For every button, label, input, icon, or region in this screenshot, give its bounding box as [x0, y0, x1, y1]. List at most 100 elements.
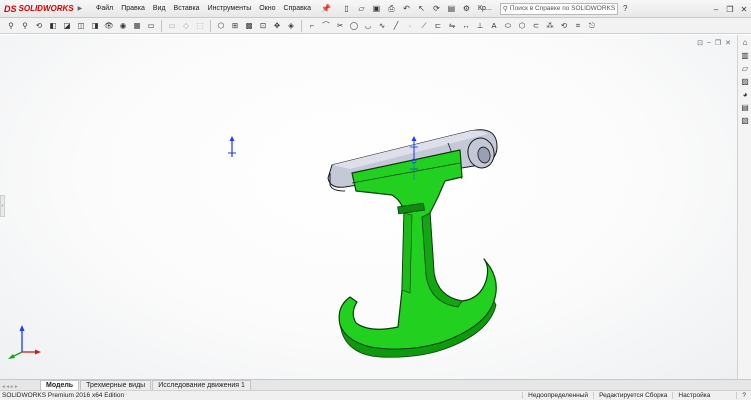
section-view-icon[interactable]: ◧ [47, 20, 59, 32]
hook-model[interactable] [327, 129, 498, 358]
sketch-settings-icon[interactable]: ⌗ [572, 20, 584, 32]
model-canvas [8, 129, 498, 359]
options-icon[interactable]: ⚙ [460, 2, 473, 15]
tab-motion-study[interactable]: Исследование движения 1 [152, 380, 251, 390]
zoom-area-icon[interactable]: ⚲ [19, 20, 31, 32]
hide-show-icon[interactable]: 👁 [103, 20, 115, 32]
spline-icon[interactable]: ∿ [376, 20, 388, 32]
convert-entities-icon[interactable]: ⟲ [558, 20, 570, 32]
ellipse-icon[interactable]: ⬭ [502, 20, 514, 32]
file-explorer-icon[interactable]: ▱ [739, 63, 751, 74]
sketch-icon[interactable]: ▭ [166, 20, 178, 32]
view-toolbar: ⚲ ⚲ ⟲ ◧ ◪ ◫ ◨ 👁 ◉ ▦ ▭ ▭ ◇ ⬚ ⬡ ⊞ ▩ ⊡ ✥ ◈ … [0, 18, 751, 34]
menu-view[interactable]: Вид [149, 5, 170, 12]
status-definition-state: Недоопределенный [522, 392, 593, 399]
mate-icon[interactable]: ⊞ [229, 20, 241, 32]
smart-fasteners-icon[interactable]: ⊡ [257, 20, 269, 32]
ds-logo-mark: DS [4, 3, 17, 14]
trim-icon[interactable]: ✂ [334, 20, 346, 32]
display-style-icon[interactable]: ◨ [89, 20, 101, 32]
status-editing-context: Редактируется Сборка [593, 392, 672, 399]
corner-rectangle-icon[interactable]: ⌐ [306, 20, 318, 32]
help-icon[interactable]: ? [619, 2, 632, 15]
solidworks-logo[interactable]: DS SOLIDWORKS ▶ [0, 4, 92, 14]
insert-component-icon[interactable]: ⬡ [215, 20, 227, 32]
search-icon: ⚲ [502, 5, 508, 13]
custom-properties-icon[interactable]: ▤ [739, 102, 751, 113]
minimize-icon[interactable]: – [709, 5, 723, 14]
circle-icon[interactable]: ◯ [348, 20, 360, 32]
toolbar-separator [161, 19, 162, 32]
menu-edit[interactable]: Правка [117, 5, 149, 12]
line-icon[interactable]: ╱ [390, 20, 402, 32]
menu-bar: DS SOLIDWORKS ▶ Файл Правка Вид Вставка … [0, 0, 751, 18]
move-component-icon[interactable]: ✥ [271, 20, 283, 32]
relations-icon[interactable]: ⊥ [474, 20, 486, 32]
select-arrow-icon[interactable]: ↖ [415, 2, 428, 15]
pin-icon[interactable]: 📌 [321, 4, 331, 13]
menu-tools[interactable]: Инструменты [204, 5, 256, 12]
search-placeholder: Поиск в Справке по SOLIDWORKS [509, 5, 616, 12]
slot-icon[interactable]: ⊂ [530, 20, 542, 32]
view-orientation-icon[interactable]: ◫ [75, 20, 87, 32]
exit-sketch-icon[interactable]: ⎋ [586, 20, 598, 32]
arc-icon[interactable]: ◡ [362, 20, 374, 32]
view-palette-icon[interactable]: ▨ [739, 76, 751, 87]
task-pane: ⌂ ▥ ▱ ▨ ◕ ▤ ▧ [737, 35, 751, 379]
status-edition: SOLIDWORKS Premium 2016 x64 Edition [2, 392, 125, 399]
status-help-icon[interactable]: ? [736, 392, 751, 399]
menu-insert[interactable]: Вставка [170, 5, 204, 12]
chevron-right-icon: ▶ [77, 6, 83, 12]
window-controls: – ❐ ✕ [709, 0, 751, 18]
tab-model[interactable]: Модель [40, 380, 80, 390]
apply-scene-icon[interactable]: ▦ [131, 20, 143, 32]
app-title: SOLIDWORKS [18, 4, 74, 13]
print-icon[interactable]: ⎙ [385, 2, 398, 15]
home-icon[interactable]: ⌂ [739, 37, 751, 48]
offset-entities-icon[interactable]: ⊏ [432, 20, 444, 32]
file-properties-icon[interactable]: ▤ [445, 2, 458, 15]
graphics-area[interactable]: ⊡ – ❐ ✕ [0, 35, 737, 379]
design-library-icon[interactable]: ▥ [739, 50, 751, 61]
save-icon[interactable]: ▣ [370, 2, 383, 15]
undo-icon[interactable]: ↶ [400, 2, 413, 15]
centerline-icon[interactable]: ⟋ [418, 20, 430, 32]
sketch-fillet-icon[interactable]: ⌒ [320, 20, 332, 32]
mirror-icon[interactable]: ⇋ [446, 20, 458, 32]
new-document-icon[interactable]: ▯ [340, 2, 353, 15]
pattern-icon[interactable]: ⁂ [544, 20, 556, 32]
toolbar-kr-label[interactable]: Кр... [474, 5, 496, 12]
zoom-to-fit-icon[interactable]: ⚲ [5, 20, 17, 32]
point-icon[interactable]: · [404, 20, 416, 32]
smart-dimension-icon[interactable]: ◇ [180, 20, 192, 32]
help-search-input[interactable]: ⚲ Поиск в Справке по SOLIDWORKS [499, 2, 618, 15]
dimension-icon[interactable]: ↔ [460, 20, 472, 32]
rebuild-icon[interactable]: ⟳ [430, 2, 443, 15]
toolbar-separator [301, 19, 302, 32]
view-settings-icon[interactable]: ▭ [145, 20, 157, 32]
menu-help[interactable]: Справка [280, 5, 315, 12]
show-hidden-icon[interactable]: ◈ [285, 20, 297, 32]
text-icon[interactable]: A [488, 20, 500, 32]
origin-triad[interactable] [228, 136, 236, 157]
dynamic-annotation-icon[interactable]: ◪ [61, 20, 73, 32]
restore-icon[interactable]: ❐ [723, 5, 737, 14]
open-icon[interactable]: ▱ [355, 2, 368, 15]
view-axes-triad [8, 325, 41, 359]
menu-window[interactable]: Окно [255, 5, 279, 12]
line-tool-icon[interactable]: ⬚ [194, 20, 206, 32]
polygon-icon[interactable]: ⬡ [516, 20, 528, 32]
solidworks-forum-icon[interactable]: ▧ [739, 115, 751, 126]
feature-manager-toggle[interactable]: › [0, 195, 5, 217]
appearances-icon[interactable]: ◕ [739, 89, 751, 100]
toolbar-separator [210, 19, 211, 32]
bottom-tabs: ◂ ◂ ▸ ▸ Модель Трехмерные виды Исследова… [0, 379, 751, 390]
status-bar: SOLIDWORKS Premium 2016 x64 Edition Недо… [0, 390, 751, 400]
tab-3d-views[interactable]: Трехмерные виды [80, 380, 152, 390]
linear-pattern-icon[interactable]: ▩ [243, 20, 255, 32]
status-settings[interactable]: Настройка [672, 392, 736, 399]
close-icon[interactable]: ✕ [737, 5, 751, 14]
previous-view-icon[interactable]: ⟲ [33, 20, 45, 32]
menu-file[interactable]: Файл [92, 5, 117, 12]
edit-appearance-icon[interactable]: ◉ [117, 20, 129, 32]
